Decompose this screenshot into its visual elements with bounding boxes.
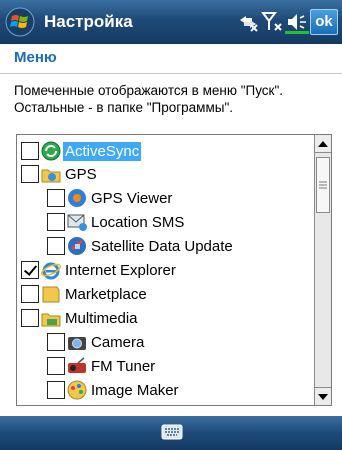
list-item-label: GPS bbox=[65, 165, 97, 183]
ok-button[interactable]: ok bbox=[310, 9, 338, 35]
checkbox[interactable] bbox=[47, 237, 65, 255]
soft-key-bar bbox=[0, 416, 342, 450]
fm-tuner-icon bbox=[68, 357, 86, 373]
list-item-partial[interactable] bbox=[47, 402, 88, 406]
keyboard-icon[interactable] bbox=[161, 423, 183, 441]
title-bar: Настройка ok bbox=[0, 0, 342, 44]
windows-flag-icon[interactable] bbox=[5, 7, 35, 37]
checkbox[interactable] bbox=[47, 405, 65, 406]
instruction-line-2: Остальные - в папке "Программы". bbox=[14, 100, 233, 115]
list-item-label: ActiveSync bbox=[63, 141, 142, 161]
list-item-gps-viewer[interactable]: GPS Viewer bbox=[47, 186, 174, 210]
list-item-fm-tuner[interactable]: FM Tuner bbox=[47, 354, 157, 378]
checkbox[interactable] bbox=[47, 189, 65, 207]
list-item-label: Internet Explorer bbox=[65, 261, 176, 279]
list-scrollbar[interactable] bbox=[314, 135, 331, 405]
list-item-internet-explorer[interactable]: Internet Explorer bbox=[21, 258, 178, 282]
grip-icon bbox=[319, 181, 327, 189]
checkbox[interactable] bbox=[21, 142, 39, 160]
list-item-image-maker[interactable]: Image Maker bbox=[47, 378, 181, 402]
page-title: Меню bbox=[14, 49, 57, 66]
internet-explorer-icon bbox=[41, 262, 61, 280]
app-title: Настройка bbox=[44, 12, 133, 31]
checkbox[interactable] bbox=[47, 357, 65, 375]
image-maker-icon bbox=[67, 380, 87, 400]
list-item-marketplace[interactable]: Marketplace bbox=[21, 282, 149, 306]
signal-icon[interactable] bbox=[261, 10, 285, 34]
menu-items-list[interactable]: ActiveSync GPS GPS Viewer Location SMS S… bbox=[16, 134, 332, 406]
checkbox[interactable] bbox=[47, 213, 65, 231]
volume-icon[interactable] bbox=[285, 10, 309, 34]
instruction-line-1: Помеченные отображаются в меню "Пуск". bbox=[14, 83, 284, 98]
list-item-label: Image Maker bbox=[91, 381, 179, 399]
list-item-label: Location SMS bbox=[91, 213, 185, 231]
camera-icon bbox=[68, 337, 86, 350]
list-item-gps[interactable]: GPS bbox=[21, 162, 99, 186]
list-item-label: FM Tuner bbox=[91, 357, 156, 375]
folder-icon bbox=[41, 169, 61, 183]
gps-viewer-icon bbox=[68, 189, 86, 207]
list-item-label: Satellite Data Update bbox=[91, 237, 233, 255]
checkbox-checked[interactable] bbox=[21, 261, 39, 279]
list-item-satellite-data-update[interactable]: Satellite Data Update bbox=[47, 234, 235, 258]
partial-item-icon bbox=[66, 403, 88, 406]
header-divider bbox=[0, 73, 342, 74]
arrow-up-icon bbox=[318, 141, 328, 147]
instruction-text: Помеченные отображаются в меню "Пуск". О… bbox=[14, 82, 334, 116]
activesync-icon bbox=[41, 141, 61, 161]
checkbox[interactable] bbox=[47, 381, 65, 399]
scroll-up-button[interactable] bbox=[315, 135, 331, 153]
list-item-multimedia[interactable]: Multimedia bbox=[21, 306, 140, 330]
location-sms-icon bbox=[67, 214, 87, 231]
list-item-location-sms[interactable]: Location SMS bbox=[47, 210, 186, 234]
list-item-label: GPS Viewer bbox=[91, 189, 173, 207]
checkbox[interactable] bbox=[21, 165, 39, 183]
list-item-label: Marketplace bbox=[65, 285, 147, 303]
checkbox[interactable] bbox=[47, 333, 65, 351]
folder-icon bbox=[41, 313, 61, 327]
list-item-label: Multimedia bbox=[65, 309, 138, 327]
arrow-down-icon bbox=[318, 394, 328, 400]
satellite-icon bbox=[68, 237, 86, 255]
scroll-down-button[interactable] bbox=[315, 387, 331, 405]
scroll-thumb[interactable] bbox=[316, 157, 330, 213]
marketplace-icon bbox=[42, 286, 60, 303]
checkbox[interactable] bbox=[21, 285, 39, 303]
checkbox[interactable] bbox=[21, 309, 39, 327]
connectivity-icon[interactable] bbox=[236, 10, 260, 34]
list-item-label: Camera bbox=[91, 333, 145, 351]
list-item-camera[interactable]: Camera bbox=[47, 330, 146, 354]
list-item-activesync[interactable]: ActiveSync bbox=[21, 139, 142, 163]
